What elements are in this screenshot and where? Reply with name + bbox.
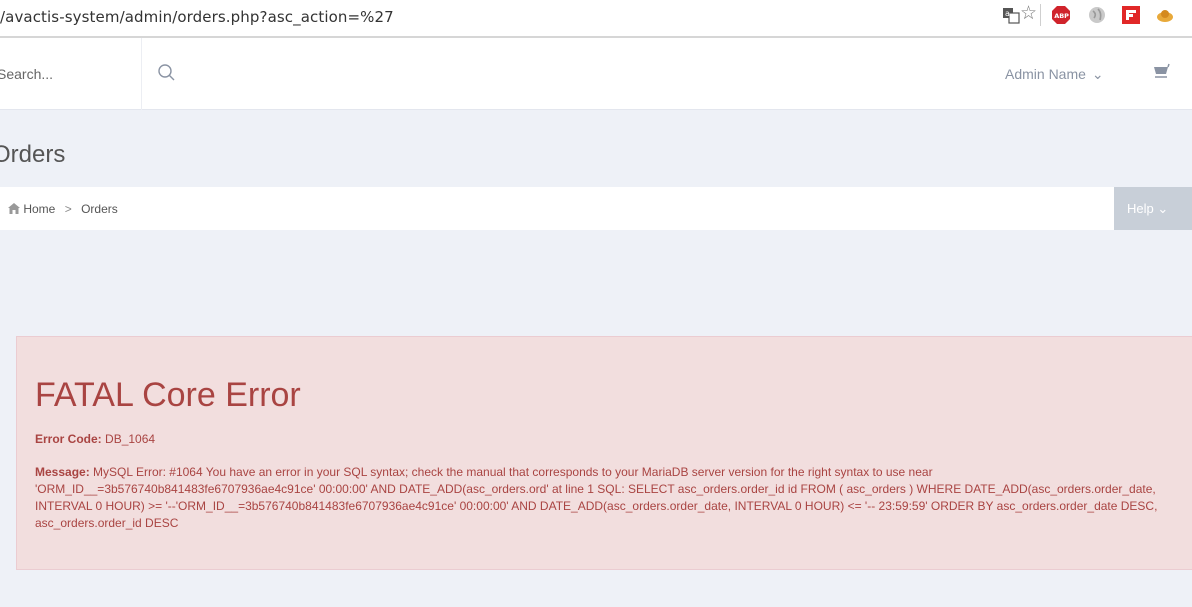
chevron-down-icon: ⌄ [1091,66,1104,82]
browser-toolbar: /avactis-system/admin/orders.php?asc_act… [0,0,1192,38]
help-label: Help [1127,200,1154,216]
user-menu-label: Admin Name [1005,66,1086,82]
chevron-down-icon: ⌄ [1157,200,1169,216]
breadcrumb: Home > Orders [8,202,118,216]
user-menu[interactable]: Admin Name ⌄ [1005,66,1104,83]
address-bar-url[interactable]: /avactis-system/admin/orders.php?asc_act… [0,8,394,26]
home-icon [8,203,20,214]
flipboard-icon[interactable] [1122,6,1140,24]
breadcrumb-home[interactable]: Home [23,202,55,216]
toolbar-divider [1040,4,1041,26]
help-button[interactable]: Help ⌄ [1114,187,1192,230]
search-icon[interactable] [156,62,178,84]
svg-text:ABP: ABP [1054,12,1069,20]
search-divider [141,38,142,110]
error-message-text: MySQL Error: #1064 You have an error in … [35,465,1158,530]
app-header: Admin Name ⌄ [0,38,1192,110]
adblock-plus-icon[interactable]: ABP [1052,6,1070,24]
search-input[interactable] [0,62,132,86]
extension-icon[interactable] [1156,6,1174,24]
cart-icon[interactable] [1152,62,1172,82]
translate-icon[interactable]: a [1002,6,1020,24]
globe-icon[interactable] [1088,6,1106,24]
error-code: Error Code: DB_1064 [35,432,155,446]
error-message-label: Message: [35,465,90,479]
star-icon[interactable]: ☆ [1020,4,1038,24]
error-message: Message: MySQL Error: #1064 You have an … [35,464,1187,532]
error-code-label: Error Code: [35,432,102,446]
error-alert: FATAL Core Error Error Code: DB_1064 Mes… [16,336,1192,570]
svg-text:a: a [1005,9,1010,18]
error-code-value: DB_1064 [105,432,156,446]
error-title: FATAL Core Error [35,376,301,414]
breadcrumb-separator: > [64,202,72,216]
breadcrumb-current[interactable]: Orders [81,202,118,216]
breadcrumb-bar: Home > Orders Help ⌄ [0,187,1192,230]
page-title: Orders [0,141,66,168]
